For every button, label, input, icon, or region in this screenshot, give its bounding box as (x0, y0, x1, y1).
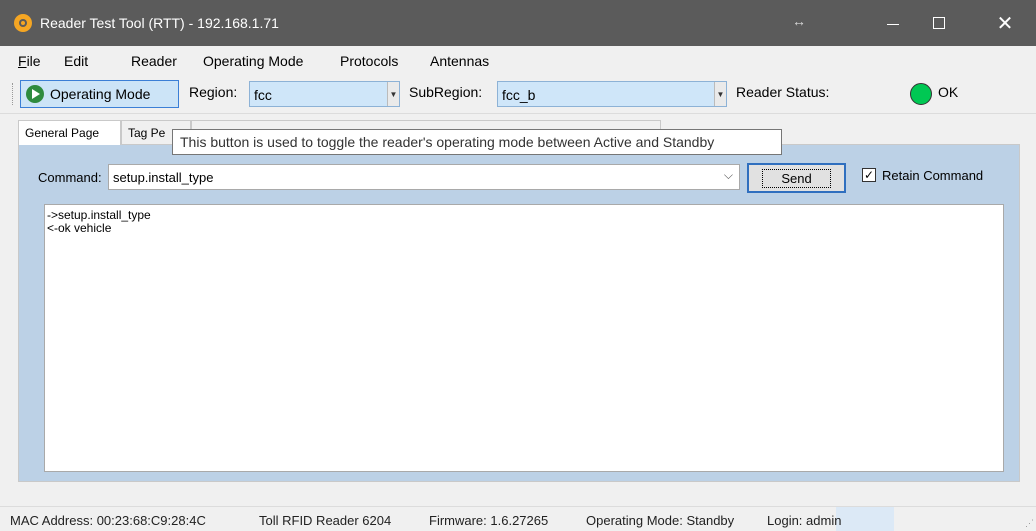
menu-bar: File Edit Reader Operating Mode Protocol… (0, 46, 1036, 74)
menu-antennas[interactable]: Antennas (430, 53, 489, 69)
operating-mode-label: Operating Mode (50, 86, 151, 102)
maximize-icon (933, 17, 945, 29)
window-title: Reader Test Tool (RTT) - 192.168.1.71 (40, 15, 279, 31)
close-button[interactable]: ✕ (982, 0, 1028, 46)
status-device-name: Toll RFID Reader 6204 (259, 513, 392, 528)
maximize-button[interactable] (916, 0, 962, 46)
login-highlight (836, 507, 894, 531)
operating-mode-button[interactable]: Operating Mode (20, 80, 179, 108)
command-label: Command: (38, 170, 102, 185)
response-output[interactable]: ->setup.install_type <-ok vehicle (44, 204, 1004, 472)
region-label: Region: (189, 84, 238, 100)
menu-edit[interactable]: Edit (64, 53, 88, 69)
status-firmware: Firmware: 1.6.27265 (429, 513, 549, 528)
tab-general-page[interactable]: General Page (18, 120, 121, 145)
output-line: ->setup.install_type (47, 208, 151, 222)
region-select[interactable]: fcc ▼ (249, 81, 400, 107)
toolbar: Operating Mode Region: fcc ▼ SubRegion: … (0, 74, 1036, 114)
status-indicator-icon (910, 83, 932, 105)
output-line: <-ok vehicle (47, 221, 112, 235)
toolbar-grip[interactable] (12, 83, 15, 105)
menu-file[interactable]: File (18, 53, 41, 69)
send-button-label: Send (762, 168, 831, 188)
status-bar: MAC Address: 00:23:68:C9:28:4C Toll RFID… (0, 506, 1036, 531)
menu-file-mnemonic: F (18, 53, 27, 69)
subregion-value: fcc_b (502, 87, 536, 103)
retain-command-checkbox[interactable]: ✓ (862, 168, 876, 182)
dropdown-arrow-icon: ▼ (714, 82, 726, 106)
resize-grip-icon[interactable]: ⋰ (1025, 518, 1034, 529)
send-button[interactable]: Send (747, 163, 846, 193)
minimize-button[interactable] (870, 0, 916, 46)
tooltip: This button is used to toggle the reader… (172, 129, 782, 155)
reader-status-label: Reader Status: (736, 84, 830, 100)
close-icon: ✕ (996, 12, 1014, 35)
menu-protocols[interactable]: Protocols (340, 53, 398, 69)
menu-file-rest: ile (26, 53, 41, 69)
play-icon (26, 85, 44, 103)
command-value: setup.install_type (113, 170, 214, 185)
retain-command-label[interactable]: Retain Command (882, 168, 983, 183)
app-icon (14, 14, 32, 32)
status-login: Login: admin (767, 513, 842, 528)
resize-icon: ↔ (792, 13, 806, 29)
menu-operating-mode[interactable]: Operating Mode (203, 53, 303, 69)
minimize-icon (887, 23, 899, 25)
status-operating-mode: Operating Mode: Standby (586, 513, 735, 528)
menu-reader[interactable]: Reader (131, 53, 177, 69)
title-bar: Reader Test Tool (RTT) - 192.168.1.71 ↔ … (0, 0, 1036, 46)
subregion-select[interactable]: fcc_b ▼ (497, 81, 727, 107)
dropdown-arrow-icon: ▼ (387, 82, 399, 106)
status-mac-address: MAC Address: 00:23:68:C9:28:4C (10, 513, 206, 528)
region-value: fcc (254, 87, 272, 103)
reader-status-value: OK (938, 84, 959, 100)
command-input[interactable]: setup.install_type ⌵ (108, 164, 740, 190)
subregion-label: SubRegion: (409, 84, 483, 100)
chevron-down-icon[interactable]: ⌵ (724, 168, 733, 183)
